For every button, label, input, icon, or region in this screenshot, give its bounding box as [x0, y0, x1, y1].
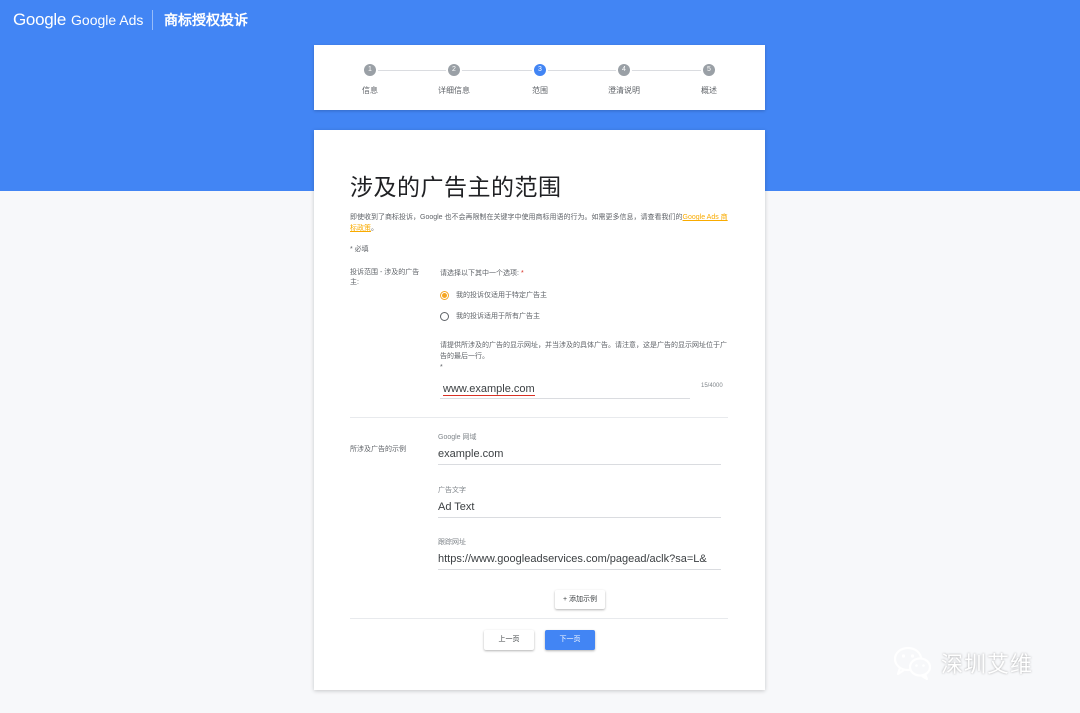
step-5: 5 概述 [669, 64, 749, 96]
step-5-dot: 5 [703, 64, 715, 76]
wechat-icon [893, 646, 932, 681]
option-all[interactable]: 我的投诉适用于所有广告主 [440, 311, 540, 321]
watermark: 深圳艾维 [893, 645, 1033, 681]
ad-text-label: 广告文字 [438, 487, 466, 494]
scope-prompt-text: 请选择以下其中一个选项: [440, 270, 519, 277]
option-all-label: 我的投诉适用于所有广告主 [456, 313, 540, 320]
google-domain-label: Google 网域 [438, 434, 477, 441]
intro-body: 即使收到了商标投诉，Google 也不会再限制在关键字中使用商标用语的行为。如需… [350, 214, 683, 221]
tracking-url-label: 跟踪网址 [438, 539, 466, 546]
radio-selected-dot [442, 292, 447, 298]
required-mark: * [520, 270, 524, 277]
scope-label: 投诉范围 - 涉及的广告主: [350, 269, 420, 286]
display-url-input[interactable]: www.example.com [440, 376, 690, 399]
step-2-label: 详细信息 [438, 86, 470, 95]
step-2-dot: 2 [448, 64, 460, 76]
step-4-dot: 4 [618, 64, 630, 76]
intro-end: 。 [371, 225, 378, 232]
header-divider [152, 10, 153, 30]
url-hint: 请提供所涉及的广告的显示网址，并当涉及的具体广告。请注意，这是广告的显示网址位于… [440, 340, 730, 373]
char-counter: 15/4000 [701, 383, 723, 389]
page-title: 商标授权投诉 [164, 12, 248, 28]
logo-google-text: Google [13, 10, 67, 29]
footer-divider [350, 618, 728, 619]
option-specific[interactable]: 我的投诉仅适用于特定广告主 [440, 290, 547, 300]
radio-specific[interactable] [440, 290, 449, 300]
google-domain-value: example.com [438, 448, 504, 460]
step-4-label: 澄清说明 [608, 86, 640, 95]
logo-ads-text: Google Ads [71, 12, 144, 28]
form-card: 涉及的广告主的范围 即使收到了商标投诉，Google 也不会再限制在关键字中使用… [314, 130, 765, 690]
ad-text-value: Ad Text [438, 501, 475, 513]
radio-all[interactable] [440, 311, 449, 321]
tracking-url-value: https://www.googleadservices.com/pagead/… [438, 553, 707, 565]
step-2: 2 详细信息 [414, 64, 494, 96]
url-hint-text: 请提供所涉及的广告的显示网址，并当涉及的具体广告。请注意，这是广告的显示网址位于… [440, 342, 727, 360]
option-specific-label: 我的投诉仅适用于特定广告主 [456, 292, 547, 299]
step-3-dot: 3 [534, 64, 546, 76]
google-ads-logo[interactable]: Google Google Ads [13, 10, 143, 30]
intro-text: 即使收到了商标投诉，Google 也不会再限制在关键字中使用商标用语的行为。如需… [350, 212, 730, 234]
step-1: 1 信息 [330, 64, 410, 96]
display-url-value: www.example.com [443, 383, 535, 396]
step-5-label: 概述 [701, 86, 717, 95]
url-hint-mark: * [440, 364, 443, 371]
stepper: 1 信息 2 详细信息 3 范围 4 澄清说明 5 概述 [314, 45, 765, 110]
ad-text-field[interactable]: 广告文字 Ad Text [438, 485, 721, 518]
step-4: 4 澄清说明 [584, 64, 664, 96]
next-button[interactable]: 下一页 [545, 630, 595, 650]
add-example-button[interactable]: + 添加示例 [555, 590, 605, 609]
section-divider [350, 417, 728, 418]
google-domain-field[interactable]: Google 网域 example.com [438, 432, 721, 465]
step-1-label: 信息 [362, 86, 378, 95]
scope-prompt: 请选择以下其中一个选项: * [440, 268, 524, 278]
step-1-dot: 1 [364, 64, 376, 76]
form-title: 涉及的广告主的范围 [350, 174, 562, 200]
examples-label: 所涉及广告的示例 [350, 446, 406, 453]
step-3-label: 范围 [532, 86, 548, 95]
step-3: 3 范围 [500, 64, 580, 96]
tracking-url-field[interactable]: 跟踪网址 https://www.googleadservices.com/pa… [438, 537, 721, 570]
required-note: * 必填 [350, 246, 369, 253]
watermark-text: 深圳艾维 [941, 652, 1034, 677]
prev-button[interactable]: 上一页 [484, 630, 534, 650]
